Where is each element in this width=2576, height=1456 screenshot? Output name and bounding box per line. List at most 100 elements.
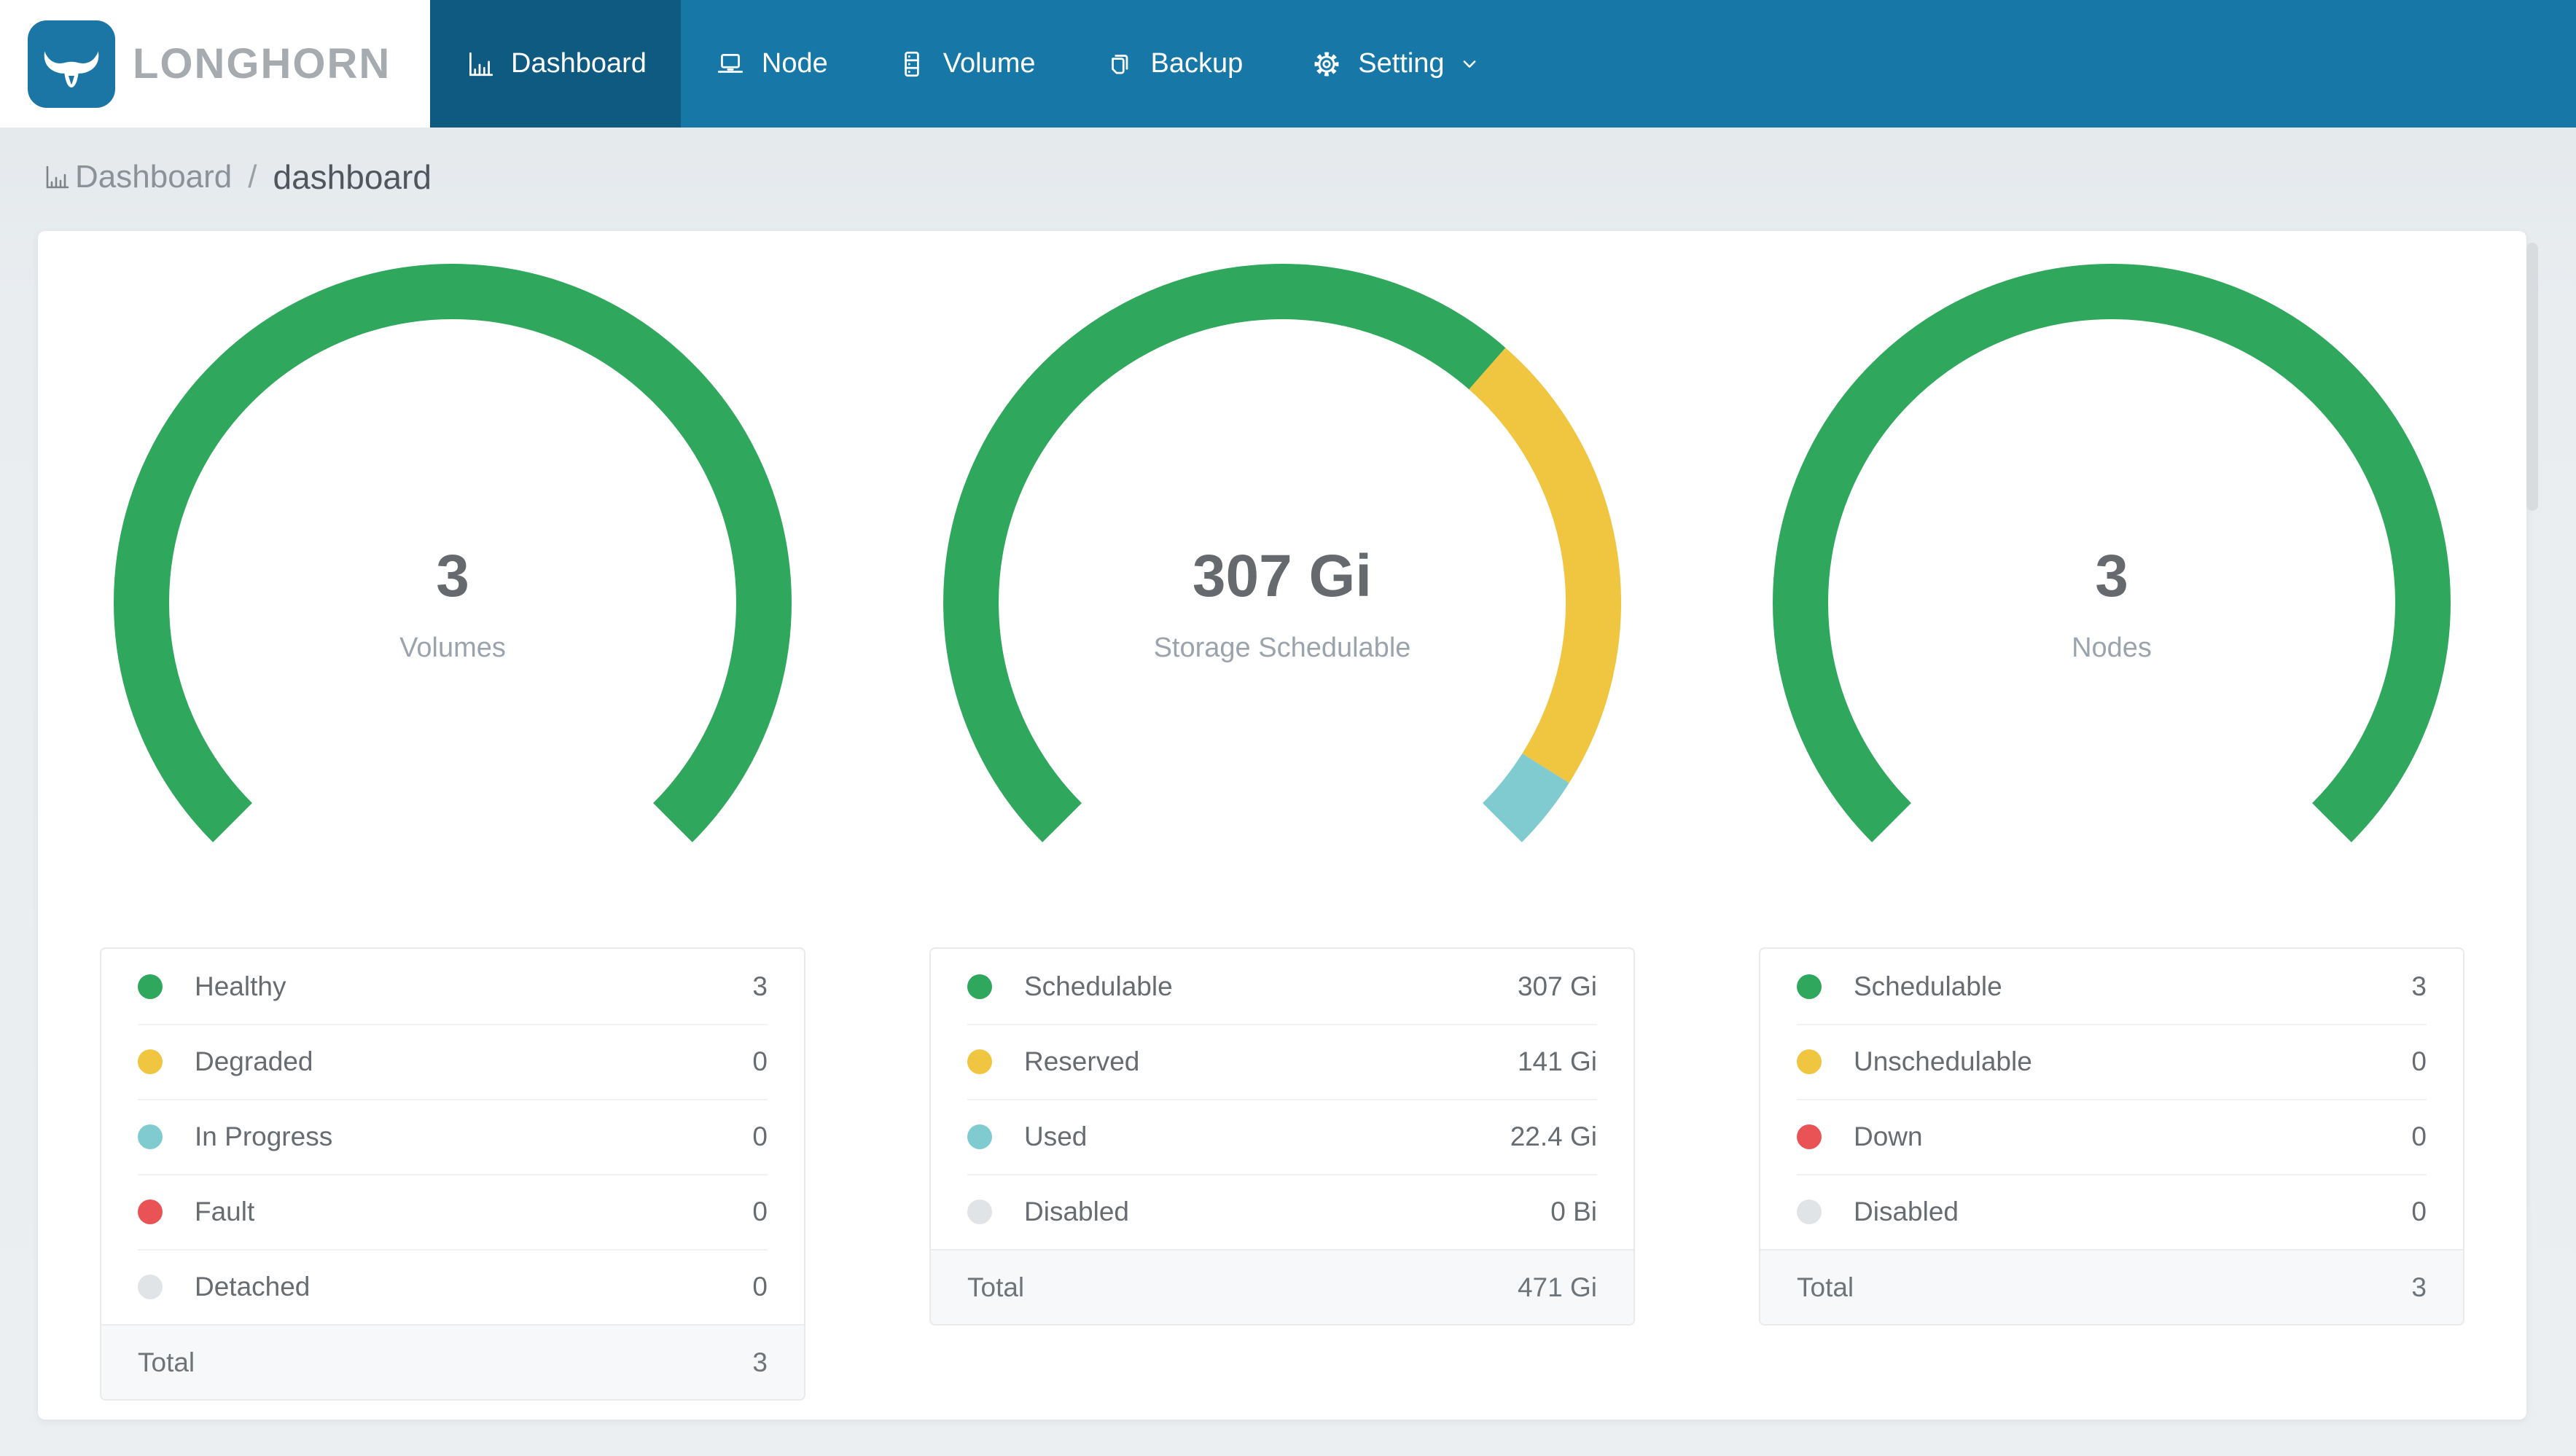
nav-item-label: Dashboard [511, 48, 647, 79]
legend-row-schedulable: Schedulable 3 [1760, 949, 2463, 1024]
status-dot [1797, 1049, 1822, 1074]
storage-legend-table: Schedulable 307 Gi Reserved 141 Gi Used 22.4 … [929, 947, 1635, 1326]
legend-label: Reserved [1024, 1046, 1140, 1076]
legend-row-schedulable: Schedulable 307 Gi [931, 949, 1634, 1024]
nav-item-dashboard[interactable]: Dashboard [430, 0, 681, 128]
copy-icon [1104, 49, 1135, 79]
total-label: Total [138, 1347, 195, 1377]
gear-icon [1311, 49, 1342, 79]
status-dot [138, 1274, 163, 1299]
legend-value: 0 [2411, 1196, 2427, 1226]
status-dot [138, 1199, 163, 1224]
logo: LONGHORN [0, 0, 430, 128]
legend-label: Schedulable [1024, 971, 1173, 1001]
legend-row-detached: Detached 0 [101, 1249, 804, 1324]
legend-value: 0 [752, 1046, 768, 1076]
storage-chart-section: 307 Gi Storage Schedulable Schedulable 30… [867, 231, 1697, 1420]
breadcrumb-section[interactable]: Dashboard [75, 159, 232, 195]
breadcrumb-page: dashboard [273, 158, 432, 196]
status-dot [1797, 1124, 1822, 1149]
legend-row-in-progress: In Progress 0 [101, 1099, 804, 1174]
breadcrumb-separator: / [248, 159, 257, 195]
status-dot [1797, 1199, 1822, 1224]
legend-value: 3 [752, 971, 768, 1001]
bar-chart-icon [42, 163, 71, 192]
legend-value: 141 Gi [1517, 1046, 1597, 1076]
legend-value: 0 [752, 1271, 768, 1302]
storage-total-row: Total 471 Gi [931, 1249, 1634, 1324]
status-dot [1797, 974, 1822, 999]
legend-row-disabled: Disabled 0 [1760, 1174, 2463, 1249]
legend-label: Down [1854, 1121, 1923, 1151]
total-label: Total [967, 1272, 1025, 1302]
volumes-gauge: 3 Volumes [114, 264, 792, 942]
longhorn-bull-icon [28, 20, 115, 108]
legend-row-fault: Fault 0 [101, 1174, 804, 1249]
legend-label: Schedulable [1854, 971, 2002, 1001]
nodes-total-row: Total 3 [1760, 1249, 2463, 1324]
legend-row-reserved: Reserved 141 Gi [931, 1024, 1634, 1099]
legend-label: Unschedulable [1854, 1046, 2032, 1076]
legend-label: Disabled [1024, 1196, 1129, 1226]
total-label: Total [1797, 1272, 1854, 1302]
storage-label: Storage Schedulable [1153, 632, 1411, 663]
volumes-label: Volumes [399, 632, 506, 663]
storage-amount: 307 Gi [1192, 542, 1373, 609]
nav-item-label: Node [761, 48, 828, 79]
legend-value: 22.4 Gi [1510, 1121, 1597, 1151]
status-dot [967, 1049, 992, 1074]
main-nav: Dashboard Node Volume Backup Setting [430, 0, 1517, 128]
status-dot [138, 1049, 163, 1074]
brand-name: LONGHORN [133, 40, 391, 87]
legend-label: Healthy [195, 971, 286, 1001]
legend-value: 0 [752, 1121, 768, 1151]
legend-value: 0 [2411, 1046, 2427, 1076]
legend-label: Fault [195, 1196, 255, 1226]
status-dot [967, 1199, 992, 1224]
nav-item-label: Backup [1150, 48, 1244, 79]
nodes-count: 3 [2095, 542, 2128, 609]
nav-item-backup[interactable]: Backup [1070, 0, 1278, 128]
legend-row-degraded: Degraded 0 [101, 1024, 804, 1099]
nodes-legend-table: Schedulable 3 Unschedulable 0 Down 0 Disabled 0… [1759, 947, 2464, 1326]
nodes-gauge: 3 Nodes [1773, 264, 2451, 942]
volumes-legend-table: Healthy 3 Degraded 0 In Progress 0 Fault 0 Detac… [100, 947, 805, 1401]
total-value: 3 [752, 1347, 768, 1377]
volumes-count: 3 [436, 542, 469, 609]
legend-label: Disabled [1854, 1196, 1959, 1226]
legend-value: 307 Gi [1517, 971, 1597, 1001]
top-nav-bar: LONGHORN Dashboard Node Volume Backup Settin… [0, 0, 2576, 128]
chevron-down-icon [1456, 51, 1483, 77]
status-dot [138, 1124, 163, 1149]
nav-item-label: Setting [1358, 48, 1445, 79]
breadcrumb: Dashboard / dashboard [42, 157, 432, 197]
dashboard-card: 3 Volumes Healthy 3 Degraded 0 In Progress 0 F… [38, 231, 2526, 1420]
nodes-chart-section: 3 Nodes Schedulable 3 Unschedulable 0 Down 0 D… [1697, 231, 2526, 1420]
server-icon [897, 49, 927, 79]
legend-row-used: Used 22.4 Gi [931, 1099, 1634, 1174]
legend-row-healthy: Healthy 3 [101, 949, 804, 1024]
legend-label: Used [1024, 1121, 1088, 1151]
legend-value: 0 [2411, 1121, 2427, 1151]
storage-gauge: 307 Gi Storage Schedulable [943, 264, 1621, 942]
vertical-scrollbar-thumb[interactable] [2526, 243, 2538, 511]
status-dot [138, 974, 163, 999]
status-dot [967, 1124, 992, 1149]
nodes-label: Nodes [2072, 632, 2152, 663]
bar-chart-icon [464, 49, 495, 79]
volumes-total-row: Total 3 [101, 1324, 804, 1399]
volumes-chart-section: 3 Volumes Healthy 3 Degraded 0 In Progress 0 F… [38, 231, 867, 1420]
laptop-icon [715, 49, 746, 79]
legend-label: In Progress [195, 1121, 333, 1151]
legend-value: 0 Bi [1550, 1196, 1597, 1226]
legend-value: 3 [2411, 971, 2427, 1001]
status-dot [967, 974, 992, 999]
nav-item-node[interactable]: Node [681, 0, 862, 128]
legend-row-down: Down 0 [1760, 1099, 2463, 1174]
total-value: 471 Gi [1517, 1272, 1597, 1302]
legend-row-disabled: Disabled 0 Bi [931, 1174, 1634, 1249]
nav-item-volume[interactable]: Volume [862, 0, 1070, 128]
legend-row-unschedulable: Unschedulable 0 [1760, 1024, 2463, 1099]
nav-item-setting[interactable]: Setting [1277, 0, 1516, 128]
legend-label: Detached [195, 1271, 311, 1302]
